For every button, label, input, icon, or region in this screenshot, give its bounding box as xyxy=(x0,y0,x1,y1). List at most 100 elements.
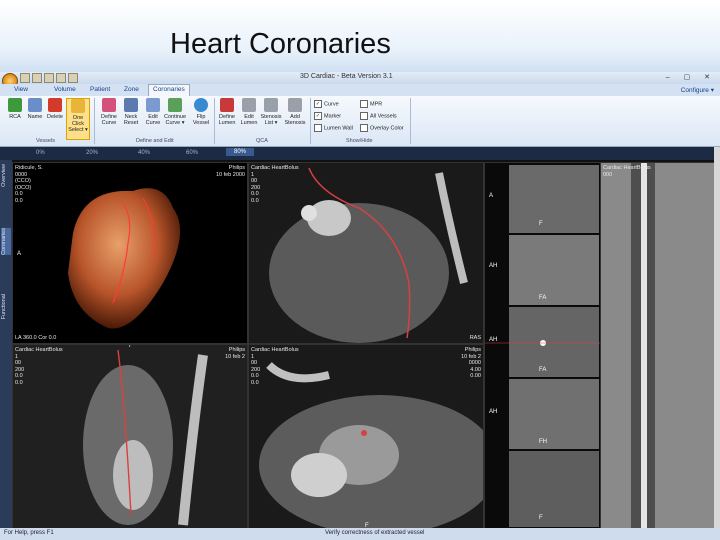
cross-section-marker: FA xyxy=(539,367,547,373)
edit-lumen-button[interactable]: Edit Lumen xyxy=(238,98,260,138)
application-window: 3D Cardiac - Beta Version 3.1 – ▢ ✕ View… xyxy=(0,72,720,540)
side-tab-functional[interactable]: Functional xyxy=(1,294,11,319)
checkbox-checked-icon: ✓ xyxy=(314,100,322,108)
ribbon-separator xyxy=(410,98,411,144)
cross-section-marker: F xyxy=(539,221,543,227)
side-tab-overview[interactable]: Overview xyxy=(1,164,11,187)
cursor-icon xyxy=(71,99,85,113)
define-lumen-button[interactable]: Define Lumen xyxy=(216,98,238,138)
continue-icon xyxy=(168,98,182,112)
delete-icon xyxy=(48,98,62,112)
phase-selector: 0% 20% 40% 60% 80% xyxy=(0,147,720,160)
edit-curve-icon xyxy=(146,98,160,112)
add-stenosis-button[interactable]: Add Stenosis xyxy=(284,98,306,138)
stenosis-list-button[interactable]: Stenosis List ▾ xyxy=(260,98,282,138)
show-lumen-wall-checkbox[interactable]: Lumen Wall xyxy=(314,124,353,132)
vertical-scrollbar[interactable] xyxy=(714,147,720,528)
edit-lumen-icon xyxy=(242,98,256,112)
cross-section-marker: AH xyxy=(489,409,498,415)
lumen-icon xyxy=(220,98,234,112)
window-title: 3D Cardiac - Beta Version 3.1 xyxy=(300,73,393,80)
checkbox-icon xyxy=(360,112,368,120)
qat-undo-icon[interactable] xyxy=(32,73,42,83)
group-label-vessels: Vessels xyxy=(36,138,55,144)
define-curve-button[interactable]: Define Curve xyxy=(98,98,120,138)
tab-view[interactable]: View xyxy=(14,86,28,93)
cross-section-marker: FA xyxy=(539,295,547,301)
viewport-curved-mpr[interactable]: Cardiac HeartBolus 1 00 200 0.0 0.0 RAS xyxy=(248,162,484,344)
phase-60[interactable]: 60% xyxy=(186,150,198,156)
viewport-overlay-patient: Ridicule, S. 0000 (CCO) (OCO) 0.0 0.0 xyxy=(15,165,43,204)
group-label-define-edit: Define and Edit xyxy=(136,138,174,144)
ribbon-separator xyxy=(94,98,95,144)
viewport-overlay-series: Cardiac HeartBolus 1 00 200 0.0 0.0 xyxy=(15,347,63,386)
viewport-coronal-mpr[interactable]: Cardiac HeartBolus 1 00 200 0.0 0.0 Phil… xyxy=(12,344,248,530)
show-all-vessels-checkbox[interactable]: All Vessels xyxy=(360,112,397,120)
list-icon xyxy=(264,98,278,112)
delete-button[interactable]: Delete xyxy=(44,98,66,138)
qat-save-icon[interactable] xyxy=(20,73,30,83)
rca-button[interactable]: RCA xyxy=(4,98,26,138)
cross-section-marker: F xyxy=(539,515,543,521)
group-label-qca: QCA xyxy=(256,138,268,144)
status-bar: For Help, press F1 Verify correctness of… xyxy=(0,528,720,540)
group-label-show-hide: Show/Hide xyxy=(346,138,373,144)
one-click-select-button[interactable]: One Click Select ▾ xyxy=(66,98,90,140)
show-marker-checkbox[interactable]: ✓ Marker xyxy=(314,112,341,120)
straightened-vessel-image xyxy=(601,163,715,529)
phase-0[interactable]: 0% xyxy=(36,150,45,156)
status-message: Verify correctness of extracted vessel xyxy=(325,530,425,536)
tab-zone[interactable]: Zone xyxy=(124,86,139,93)
heart-volume-render xyxy=(68,188,181,329)
window-controls[interactable]: – ▢ ✕ xyxy=(666,73,716,81)
phase-40[interactable]: 40% xyxy=(138,150,150,156)
arrow-icon xyxy=(8,98,22,112)
viewport-overlay-scanner: Philips 10 feb 2 0000 4.00 0.00 xyxy=(461,347,481,379)
tab-patient[interactable]: Patient xyxy=(90,86,110,93)
side-tab-bar: Overview Coronaries Functional xyxy=(0,160,12,528)
name-button[interactable]: Name xyxy=(24,98,46,138)
flip-vessel-button[interactable]: Flip Vessel xyxy=(190,98,212,138)
orientation-marker: F xyxy=(129,344,133,349)
show-curve-checkbox[interactable]: ✓ Curve xyxy=(314,100,339,108)
checkbox-icon xyxy=(360,100,368,108)
add-icon xyxy=(288,98,302,112)
slide-title: Heart Coronaries xyxy=(170,28,391,60)
neck-reset-button[interactable]: Neck Reset xyxy=(120,98,142,138)
cross-section-marker: AH xyxy=(489,337,498,343)
show-overlay-color-checkbox[interactable]: Overlay Color xyxy=(360,124,404,132)
phase-20[interactable]: 20% xyxy=(86,150,98,156)
edit-curve-button[interactable]: Edit Curve xyxy=(142,98,164,138)
viewport-3d-volume[interactable]: Ridicule, S. 0000 (CCO) (OCO) 0.0 0.0 Ph… xyxy=(12,162,248,344)
ribbon-tabs: View Volume Patient Zone Coronaries Conf… xyxy=(0,84,720,97)
ribbon: RCA Name Delete One Click Select ▾ Vesse… xyxy=(0,96,720,147)
checkbox-icon xyxy=(360,124,368,132)
reset-icon xyxy=(124,98,138,112)
cross-section-marker: FH xyxy=(539,439,547,445)
viewport-overlay-scanner: Philips 10 feb 2000 xyxy=(215,165,245,178)
checkbox-checked-icon: ✓ xyxy=(314,112,322,120)
title-bar: 3D Cardiac - Beta Version 3.1 – ▢ ✕ xyxy=(0,72,720,89)
cross-section-strips xyxy=(485,165,601,527)
quick-access-toolbar xyxy=(20,73,78,83)
viewport-overlay-scanner: Philips 10 feb 2 xyxy=(225,347,245,360)
tab-volume[interactable]: Volume xyxy=(54,86,76,93)
phase-80[interactable]: 80% xyxy=(226,148,255,156)
status-help-text: For Help, press F1 xyxy=(4,530,54,536)
orientation-marker: A xyxy=(17,251,22,257)
qat-hand-icon[interactable] xyxy=(68,73,78,83)
side-tab-coronaries[interactable]: Coronaries xyxy=(1,228,11,255)
qat-print-icon[interactable] xyxy=(56,73,66,83)
viewport-overlay-orientation: RAS xyxy=(469,334,481,341)
qat-redo-icon[interactable] xyxy=(44,73,54,83)
continue-curve-button[interactable]: Continue Curve ▾ xyxy=(164,98,186,138)
viewport-overlay-series: Cardiac HeartBolus 1 00 200 0.0 0.0 xyxy=(251,347,299,386)
viewport-straightened-vessel[interactable]: Cardiac HeartBolus 000 xyxy=(600,162,716,530)
viewport-cross-sections[interactable]: A F AH FA AH FA AH FH F xyxy=(484,162,602,530)
flip-icon xyxy=(194,98,208,112)
configure-menu[interactable]: Configure ▾ xyxy=(681,86,714,94)
viewport-axial-mpr[interactable]: Cardiac HeartBolus 1 00 200 0.0 0.0 Phil… xyxy=(248,344,484,530)
show-mpr-checkbox[interactable]: MPR xyxy=(360,100,382,108)
cross-section-marker: AH xyxy=(489,263,498,269)
viewport-overlay-series: Cardiac HeartBolus 000 xyxy=(603,165,651,178)
